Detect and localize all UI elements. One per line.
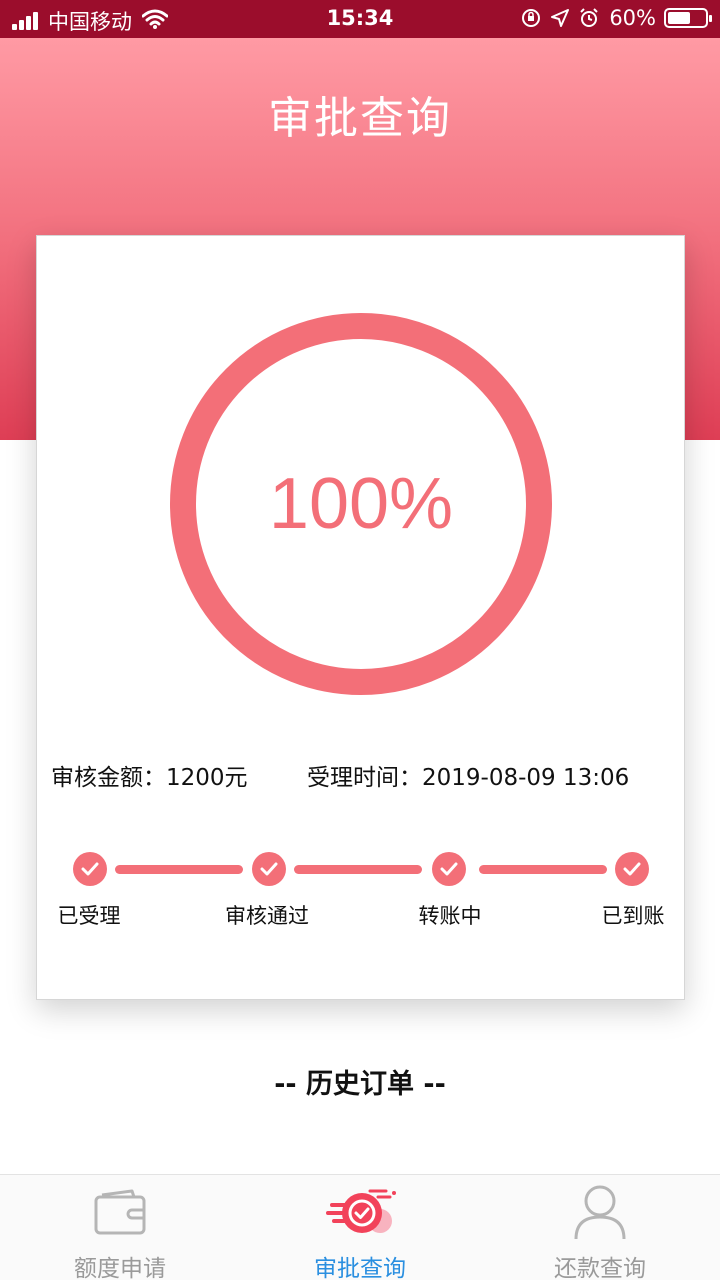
tab-approval-query[interactable]: 审批查询: [240, 1175, 480, 1280]
progress-percent: 100%: [268, 464, 454, 544]
wallet-icon: [80, 1183, 160, 1245]
approval-card: 100% 审核金额：1200元 受理时间：2019-08-09 13:06 已受…: [36, 235, 685, 1000]
location-icon: [551, 9, 570, 27]
step-connector: [479, 865, 607, 874]
rotation-lock-icon: [521, 8, 541, 28]
time-value: 2019-08-09 13:06: [422, 765, 630, 791]
accept-time: 受理时间：2019-08-09 13:06: [307, 758, 629, 792]
step-label-transferring: 转账中: [418, 904, 482, 928]
user-icon: [560, 1183, 640, 1245]
step-check-icon: [252, 852, 286, 886]
step-label-approved: 审核通过: [225, 904, 309, 928]
amount-label: 审核金额：: [51, 765, 166, 791]
step-label-accepted: 已受理: [57, 904, 121, 928]
approval-amount: 审核金额：1200元: [51, 758, 248, 792]
approval-steps: 已受理 审核通过 转账中 已到账: [37, 848, 686, 938]
step-label-received: 已到账: [601, 904, 665, 928]
step-connector: [115, 865, 243, 874]
battery-percent: 60%: [609, 6, 656, 30]
tab-repayment-query[interactable]: 还款查询: [480, 1175, 720, 1280]
step-check-icon: [73, 852, 107, 886]
status-bar: 中国移动 15:34 60%: [0, 0, 720, 38]
page-title: 审批查询: [268, 93, 452, 144]
status-right: 60%: [521, 6, 712, 30]
tab-label: 额度申请: [74, 1256, 166, 1280]
approval-check-icon: [320, 1183, 400, 1245]
alarm-icon: [579, 8, 599, 28]
step-connector: [294, 865, 422, 874]
battery-icon: [664, 8, 712, 28]
time-label: 受理时间：: [307, 765, 422, 791]
tab-quota-apply[interactable]: 额度申请: [0, 1175, 240, 1280]
history-orders-link[interactable]: -- 历史订单 --: [0, 1062, 720, 1101]
amount-value: 1200元: [166, 765, 248, 791]
tab-bar: 额度申请 审批查询 还款查询: [0, 1174, 720, 1280]
step-check-icon: [615, 852, 649, 886]
tab-label: 审批查询: [314, 1256, 406, 1280]
tab-label: 还款查询: [554, 1256, 646, 1280]
step-check-icon: [432, 852, 466, 886]
